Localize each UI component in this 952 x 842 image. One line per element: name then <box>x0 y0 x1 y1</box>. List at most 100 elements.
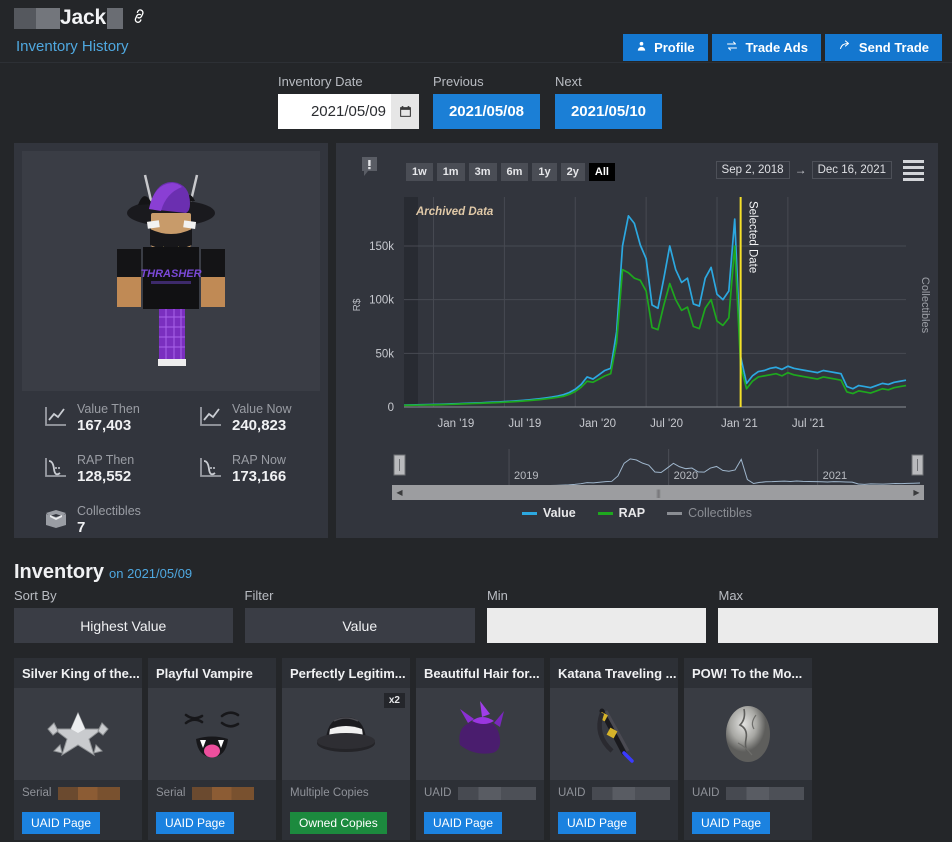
uaid-page-button[interactable]: UAID Page <box>156 812 235 834</box>
previous-label: Previous <box>433 74 484 89</box>
legend-item-value[interactable]: Value <box>522 506 576 520</box>
range-button-1y[interactable]: 1y <box>532 163 557 181</box>
previous-date-button[interactable]: 2021/05/08 <box>433 94 540 129</box>
item-meta-label: UAID <box>692 787 720 799</box>
legend-item-rap[interactable]: RAP <box>597 506 645 520</box>
item-meta-label: UAID <box>424 787 452 799</box>
sort-by-group: Sort By Highest Value <box>14 588 233 643</box>
range-from-input[interactable]: Sep 2, 2018 <box>715 161 790 179</box>
item-meta: Serial <box>148 780 276 806</box>
range-button-all[interactable]: All <box>588 163 615 181</box>
min-input[interactable] <box>486 608 707 643</box>
value-history-chart-panel: 1w 1m 3m 6m 1y 2y All Sep 2, 2018 → Dec … <box>336 143 938 538</box>
trade-ads-button-label: Trade Ads <box>745 40 808 55</box>
inventory-controls: Sort By Highest Value Filter Value Min M… <box>14 588 938 643</box>
legend-item-collectibles[interactable]: Collectibles <box>667 506 752 520</box>
item-meta-label: Serial <box>156 787 186 799</box>
katana-icon <box>597 708 634 763</box>
range-date-inputs: Sep 2, 2018 → Dec 16, 2021 <box>715 161 892 179</box>
list-item[interactable]: POW! To the Mo... UAID UAID Page <box>684 658 812 840</box>
next-date-button[interactable]: 2021/05/10 <box>555 94 662 129</box>
stat-label: Collectibles <box>77 504 141 518</box>
item-actions: UAID Page <box>550 806 678 840</box>
min-group: Min <box>486 588 707 643</box>
hamburger-menu-icon[interactable] <box>903 160 924 181</box>
list-item[interactable]: Silver King of the... Serial UAID Page <box>14 658 142 840</box>
stat-value-now: Value Now 240,823 <box>199 402 354 435</box>
legend-swatch <box>667 511 683 515</box>
uaid-page-button[interactable]: UAID Page <box>692 812 771 834</box>
item-meta: Serial <box>14 780 142 806</box>
copies-badge: x2 <box>383 693 405 708</box>
item-thumbnail <box>684 688 812 780</box>
svg-text:Jul '21: Jul '21 <box>792 418 825 430</box>
max-input[interactable] <box>718 608 938 643</box>
scroll-left-arrow-icon[interactable]: ◀ <box>392 485 407 500</box>
profile-button[interactable]: Profile <box>623 34 708 61</box>
scrollbar-thumb[interactable]: ||| <box>407 485 909 500</box>
item-meta-label: Multiple Copies <box>290 787 369 799</box>
range-button-3m[interactable]: 3m <box>468 163 497 181</box>
stat-value-then: Value Then 167,403 <box>44 402 199 435</box>
list-item[interactable]: Katana Traveling ... UAID UAID Page <box>550 658 678 840</box>
arrow-forward-icon <box>838 40 852 55</box>
redacted-uaid <box>458 786 536 800</box>
stat-collectibles: Collectibles 7 <box>44 504 199 537</box>
stat-value: 7 <box>77 519 86 536</box>
range-button-2y[interactable]: 2y <box>560 163 585 181</box>
breadcrumb-inventory-history[interactable]: Inventory History <box>16 38 129 55</box>
header-actions: Profile Trade Ads Send Trade <box>623 34 942 61</box>
stat-label: RAP Now <box>232 453 286 467</box>
trade-ads-button[interactable]: Trade Ads <box>711 34 821 61</box>
stat-value: 240,823 <box>232 417 287 434</box>
line-chart-icon <box>199 405 223 431</box>
date-controls: Inventory Date 2021/05/09 Previous 2021/… <box>278 74 662 129</box>
list-item[interactable]: Beautiful Hair for... UAID UAID Page <box>416 658 544 840</box>
inventory-date-input[interactable]: 2021/05/09 <box>278 94 419 129</box>
range-button-1m[interactable]: 1m <box>436 163 465 181</box>
black-fedora-icon <box>317 717 375 752</box>
item-actions: UAID Page <box>14 806 142 840</box>
chart-scrollbar[interactable]: ◀ ||| ▶ <box>392 485 924 500</box>
svg-text:Collectibles: Collectibles <box>919 277 931 334</box>
range-button-6m[interactable]: 6m <box>500 163 529 181</box>
item-meta-label: UAID <box>558 787 586 799</box>
filter-select[interactable]: Value <box>244 608 475 643</box>
item-thumbnail <box>148 688 276 780</box>
redacted-block <box>36 7 60 29</box>
svg-text:150k: 150k <box>369 241 394 253</box>
sort-by-select[interactable]: Highest Value <box>14 608 233 643</box>
redacted-serial <box>192 786 255 800</box>
uaid-page-button[interactable]: UAID Page <box>22 812 101 834</box>
uaid-page-button[interactable]: UAID Page <box>558 812 637 834</box>
item-meta: UAID <box>684 780 812 806</box>
annotation-bubble-icon[interactable] <box>360 156 379 177</box>
item-thumbnail: x2 <box>282 688 410 780</box>
chart-plot-area[interactable]: 0 50k 100k 150k R$ Collectibles Jan '19 Jul '19… <box>336 189 938 489</box>
send-trade-button[interactable]: Send Trade <box>824 34 942 61</box>
inventory-history-page: Jack Inventory History Profile Trade Ads <box>0 0 952 842</box>
list-item[interactable]: Perfectly Legitim... x2 Multiple Copies … <box>282 658 410 840</box>
next-date-group: Next 2021/05/10 <box>555 74 662 129</box>
range-to-input[interactable]: Dec 16, 2021 <box>811 161 892 179</box>
svg-text:0: 0 <box>388 402 394 414</box>
page-title: Jack <box>14 6 148 30</box>
range-selector: 1w 1m 3m 6m 1y 2y All <box>406 163 615 181</box>
range-button-1w[interactable]: 1w <box>406 163 433 181</box>
scroll-right-arrow-icon[interactable]: ▶ <box>909 485 924 500</box>
inventory-subtitle: on 2021/05/09 <box>109 566 193 581</box>
link-icon[interactable] <box>129 5 151 30</box>
owned-copies-button[interactable]: Owned Copies <box>290 812 387 834</box>
calendar-icon[interactable] <box>391 94 419 129</box>
max-group: Max <box>718 588 938 643</box>
sort-by-label: Sort By <box>14 588 57 603</box>
username-title: Jack <box>14 6 123 30</box>
item-name: Silver King of the... <box>22 665 140 681</box>
item-meta: UAID <box>416 780 544 806</box>
list-item[interactable]: Playful Vampire Serial UAID Page <box>148 658 276 840</box>
legend-label: Value <box>543 506 576 520</box>
redacted-uaid <box>726 786 804 800</box>
uaid-page-button[interactable]: UAID Page <box>424 812 503 834</box>
svg-text:50k: 50k <box>375 348 394 360</box>
wave-chart-icon <box>44 456 68 482</box>
